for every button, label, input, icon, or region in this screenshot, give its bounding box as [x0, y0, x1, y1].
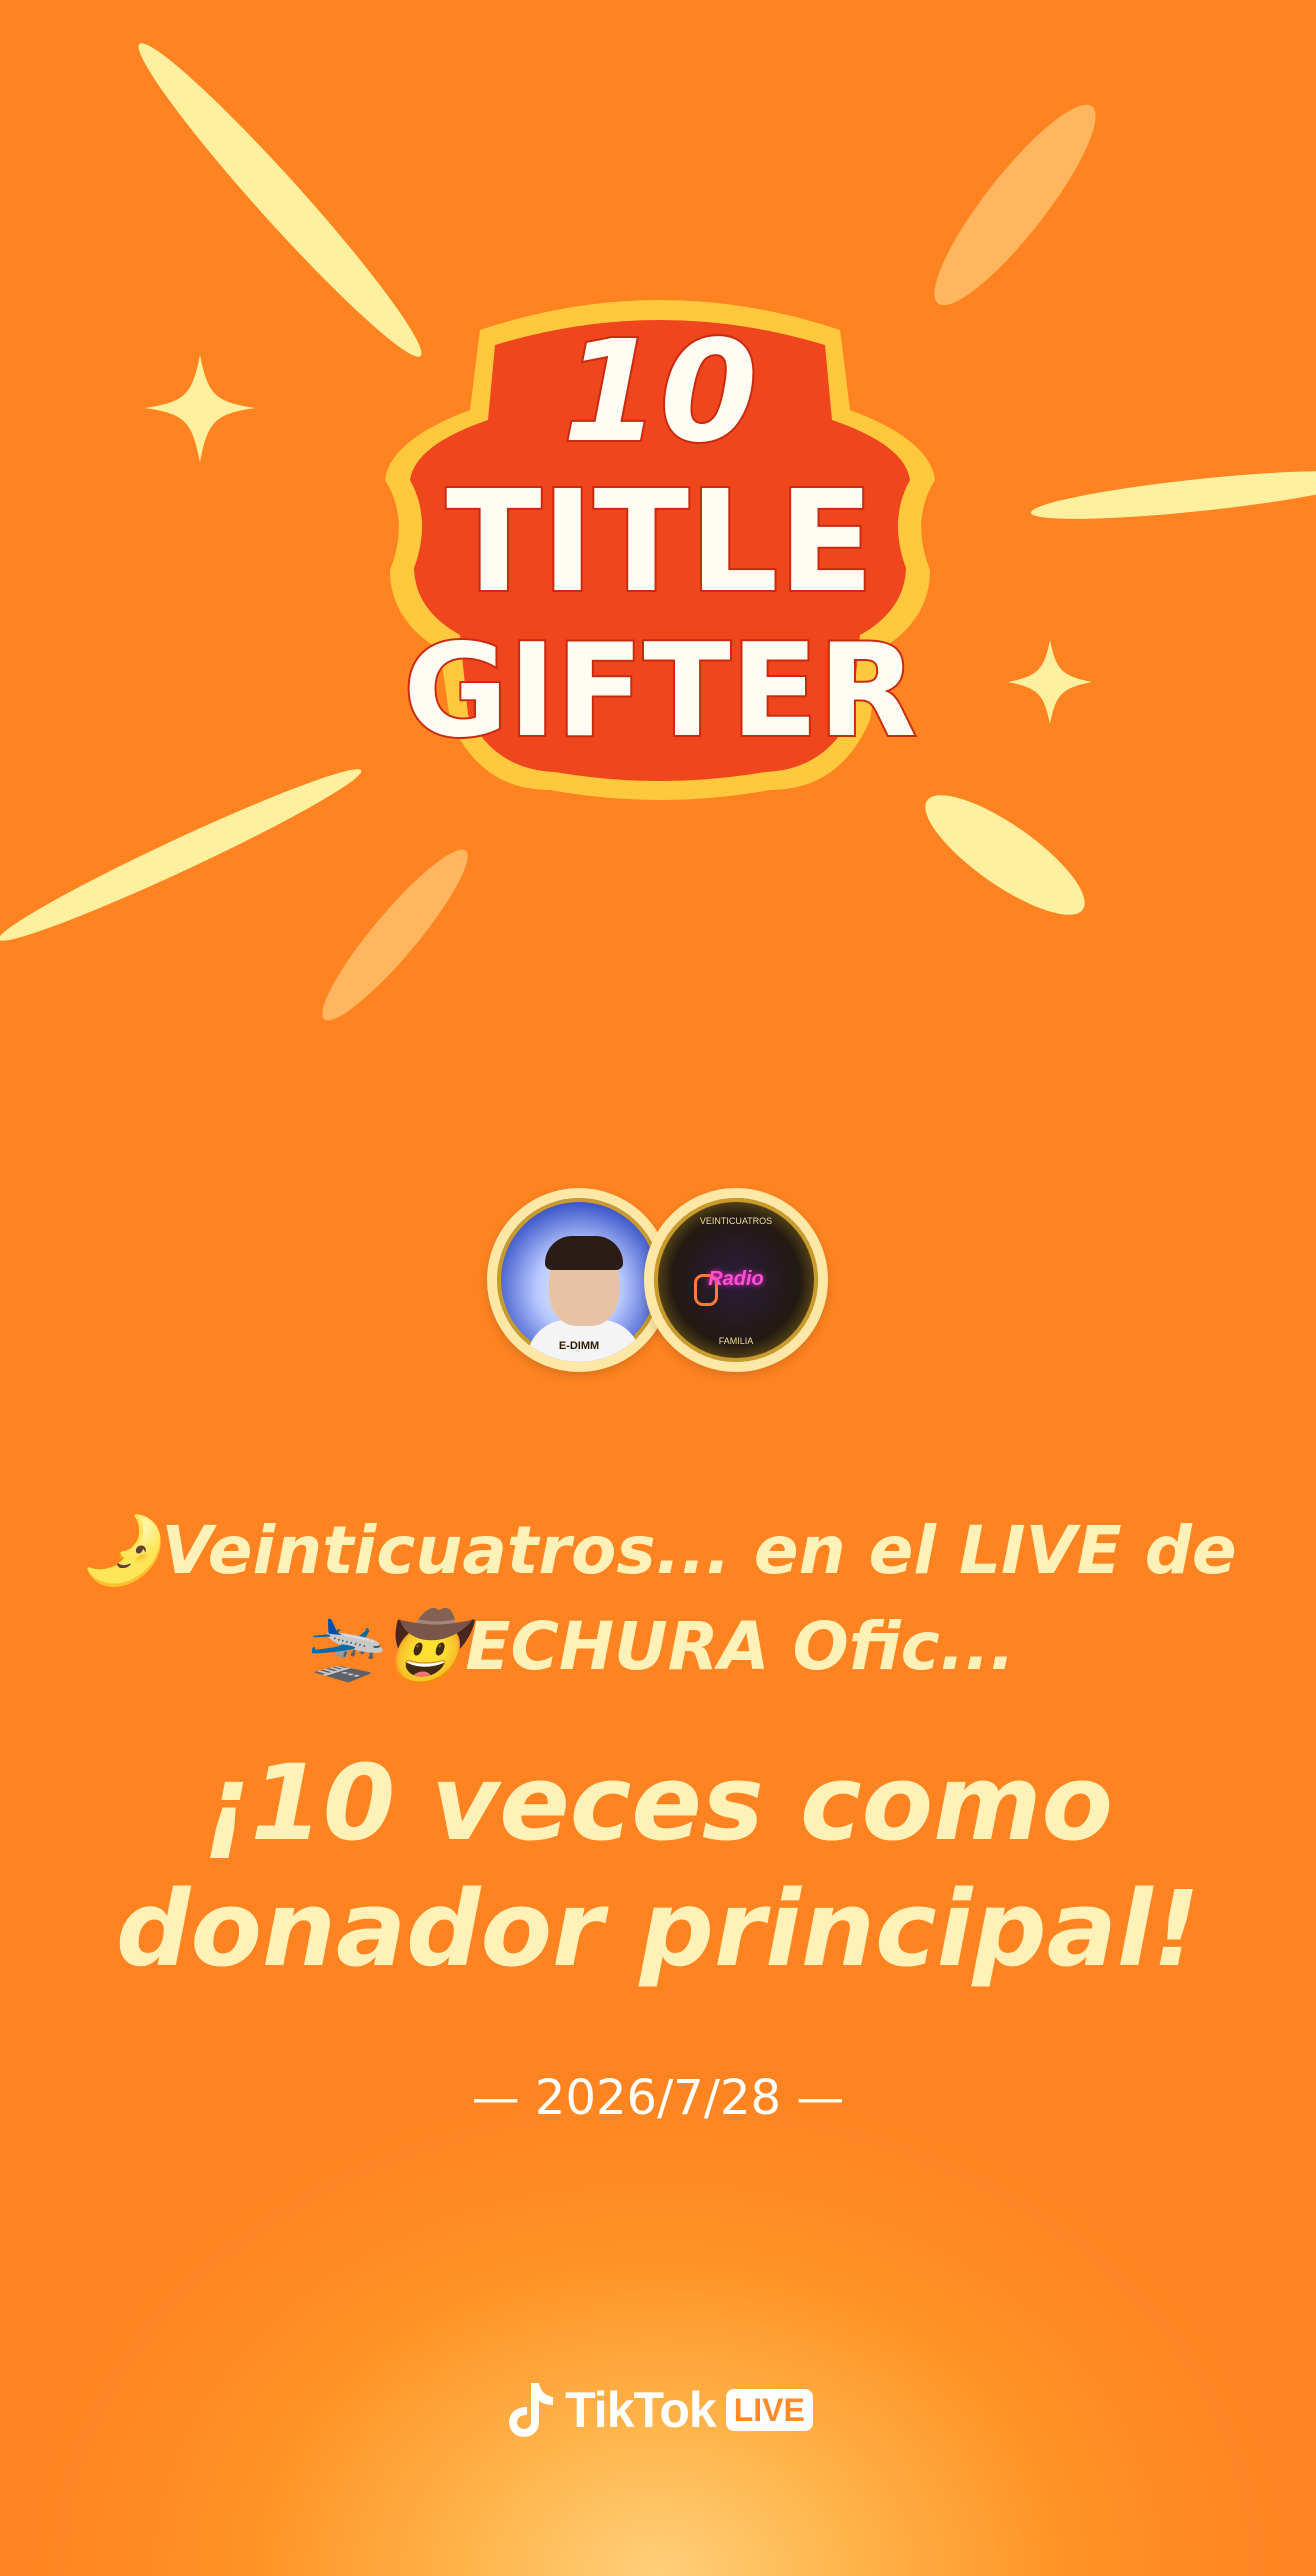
- headline-line-2: donador principal!: [116, 1868, 1200, 1990]
- host-line: 🛬🤠ECHURA Ofic...: [301, 1608, 1015, 1685]
- host-avatar-center-text: Radio: [708, 1268, 764, 1290]
- achievement-headline: ¡10 veces como donador principal!: [0, 1740, 1316, 1992]
- host-avatar-top-text: VEINTICUATROS: [699, 1216, 773, 1226]
- avatar-hair: [545, 1236, 623, 1270]
- logo-number: 10: [563, 311, 758, 474]
- headline-line-1: ¡10 veces como: [203, 1742, 1113, 1864]
- tiktok-note-icon: [509, 2383, 554, 2437]
- sparkle-left-icon: [145, 355, 255, 462]
- title-gifter-logo: 10 TITLE GIFTER: [385, 300, 935, 800]
- ray-left-bottom: [0, 769, 362, 941]
- host-avatar[interactable]: VEINTICUATROS Radio FAMILIA: [644, 1188, 828, 1372]
- ray-top-right: [934, 104, 1096, 306]
- ray-bottom-center: [322, 849, 468, 1021]
- avatar-group: E-DIMM VEINTICUATROS Radio FAMILIA: [0, 1188, 1316, 1378]
- live-badge: LIVE: [725, 2389, 813, 2431]
- gifter-line: 🌛Veinticuatros... en el LIVE de: [79, 1512, 1237, 1589]
- avatar-caption: E-DIMM: [558, 1340, 600, 1352]
- logo-line-title: TITLE: [446, 461, 874, 624]
- host-avatar-bottom-text: FAMILIA: [718, 1336, 754, 1346]
- ray-right: [1030, 471, 1316, 519]
- sparkle-right-icon: [1008, 640, 1092, 724]
- achievement-date: — 2026/7/28 —: [471, 2070, 845, 2126]
- logo-line-gifter: GIFTER: [403, 617, 916, 766]
- tiktok-live-brand: TikTok LIVE: [0, 2375, 1316, 2445]
- brand-name: TikTok: [565, 2382, 717, 2438]
